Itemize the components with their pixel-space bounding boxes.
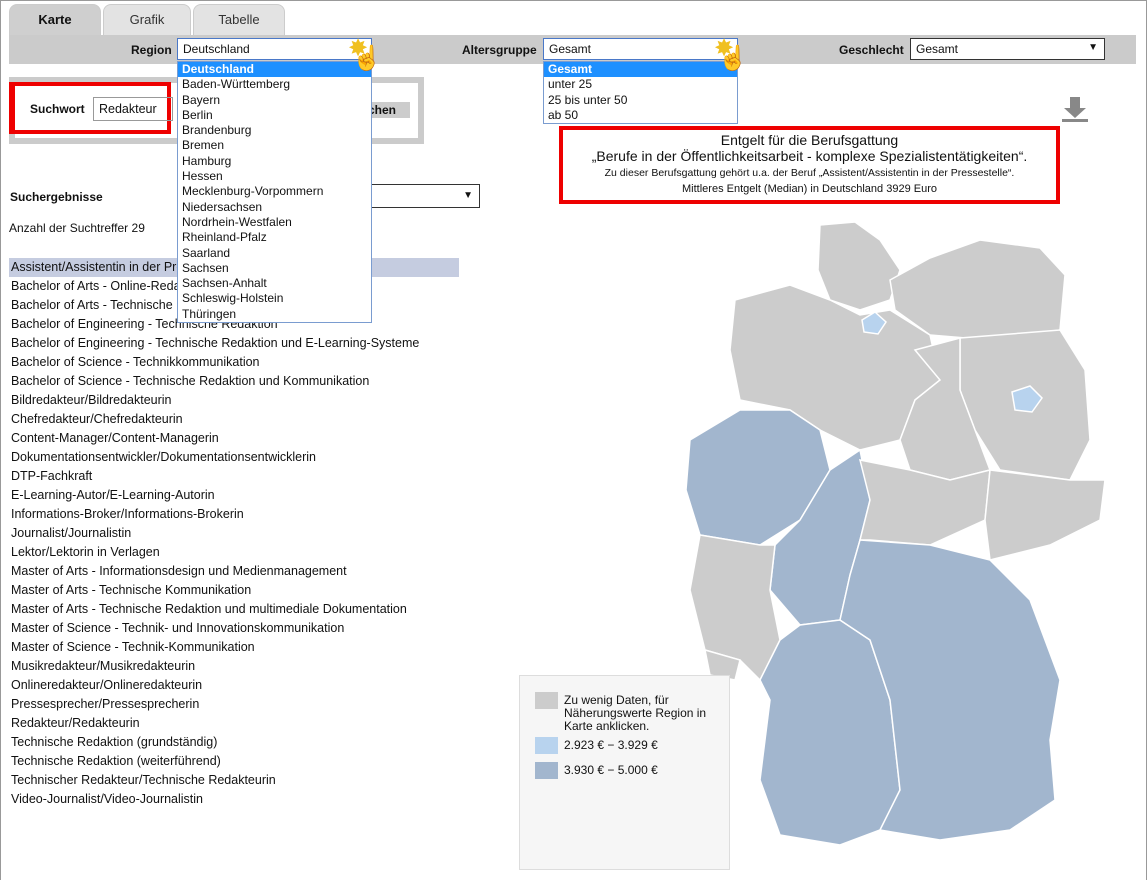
- age-option[interactable]: 25 bis unter 50: [544, 93, 737, 108]
- region-option[interactable]: Thüringen: [178, 307, 371, 322]
- state-schleswig-holstein[interactable]: [817, 221, 901, 311]
- region-option[interactable]: Hessen: [178, 169, 371, 184]
- legend-label: 2.923 € − 3.929 €: [564, 738, 658, 752]
- region-option[interactable]: Baden-Württemberg: [178, 77, 371, 92]
- map-legend: Zu wenig Daten, für Näherungswerte Regio…: [519, 675, 730, 870]
- state-mecklenburg-vorpommern[interactable]: [889, 239, 1066, 341]
- legend-swatch: [535, 762, 558, 779]
- region-option[interactable]: Deutschland: [178, 62, 371, 78]
- age-option[interactable]: Gesamt: [544, 62, 737, 78]
- legend-swatch: [535, 692, 558, 709]
- age-option[interactable]: ab 50: [544, 108, 737, 123]
- region-option[interactable]: Sachsen: [178, 261, 371, 276]
- region-option[interactable]: Sachsen-Anhalt: [178, 276, 371, 291]
- state-sachsen[interactable]: [984, 469, 1106, 561]
- region-option[interactable]: Hamburg: [178, 154, 371, 169]
- age-option[interactable]: unter 25: [544, 77, 737, 92]
- legend-label: 3.930 € − 5.000 €: [564, 763, 658, 777]
- region-option[interactable]: Mecklenburg-Vorpommern: [178, 184, 371, 199]
- region-option[interactable]: Brandenburg: [178, 123, 371, 138]
- region-option[interactable]: Schleswig-Holstein: [178, 291, 371, 306]
- legend-label: Zu wenig Daten, für Näherungswerte Regio…: [564, 693, 707, 733]
- region-option[interactable]: Saarland: [178, 246, 371, 261]
- region-option[interactable]: Rheinland-Pfalz: [178, 230, 371, 245]
- age-dropdown[interactable]: Gesamt unter 25 25 bis unter 50 ab 50: [543, 61, 738, 125]
- region-dropdown[interactable]: Deutschland Baden-Württemberg Bayern Ber…: [177, 61, 372, 324]
- region-option[interactable]: Berlin: [178, 108, 371, 123]
- region-option[interactable]: Bayern: [178, 93, 371, 108]
- region-option[interactable]: Niedersachsen: [178, 200, 371, 215]
- region-option[interactable]: Nordrhein-Westfalen: [178, 215, 371, 230]
- hand-pointer-icon: ✸ ☝: [714, 35, 748, 72]
- region-option[interactable]: Bremen: [178, 138, 371, 153]
- legend-swatch: [535, 737, 558, 754]
- hand-pointer-icon: ✸ ☝: [348, 35, 382, 72]
